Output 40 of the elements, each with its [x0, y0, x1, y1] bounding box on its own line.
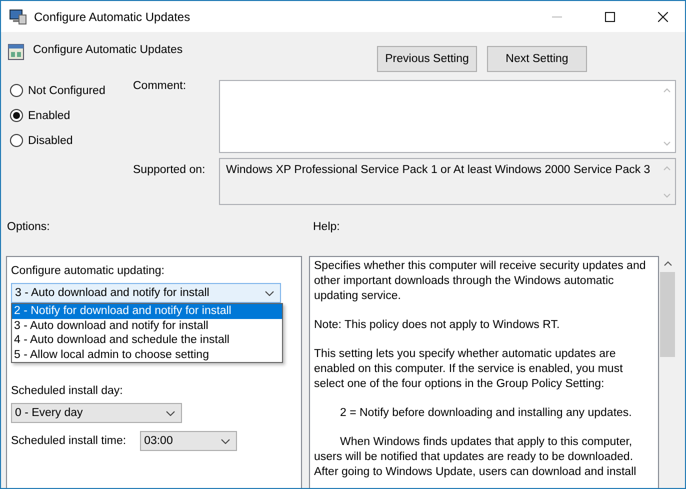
- radio-label[interactable]: Enabled: [28, 110, 70, 122]
- updating-label: Configure automatic updating:: [11, 265, 166, 277]
- chevron-icon: [265, 290, 274, 296]
- chevron-icon: [166, 410, 175, 416]
- updating-dropdown[interactable]: 3 - Auto download and notify for install: [11, 283, 281, 303]
- help-paragraph: Specifies whether this computer will receive security updates and other important downloads through the Windows automatic updating service.: [314, 259, 647, 304]
- scroll-up-icon[interactable]: [664, 261, 672, 266]
- policy-icon: [8, 44, 24, 60]
- dropdown-option[interactable]: 4 - Auto download and schedule the install: [12, 333, 282, 348]
- install-time-dropdown[interactable]: 03:00: [140, 431, 238, 451]
- window-title: Configure Automatic Updates: [34, 10, 190, 24]
- radio-label[interactable]: Not Configured: [28, 84, 106, 96]
- options-label: Options:: [7, 221, 51, 235]
- setting-button[interactable]: Previous Setting: [377, 46, 477, 72]
- radio-label[interactable]: Disabled: [28, 134, 73, 146]
- help-label: Help:: [313, 221, 340, 235]
- computer-icon: [9, 8, 27, 24]
- radio-button[interactable]: [10, 134, 23, 147]
- dropdown-option[interactable]: 3 - Auto download and notify for install: [12, 318, 282, 333]
- help-paragraph: 2 = Notify before downloading and installing any updates.: [339, 406, 633, 421]
- supported-field: Windows XP Professional Service Pack 1 or At least Windows 2000 Service Pack 3: [219, 158, 676, 205]
- comment-label: Comment:: [133, 80, 188, 94]
- install-time-label: Scheduled install time:: [11, 435, 126, 447]
- help-paragraph: This setting lets you specify whether automatic updates are enabled on this computer. If the service is enabled, you must select one of the four options in the Group Policy Setting:: [314, 347, 624, 392]
- dropdown-option[interactable]: 5 - Allow local admin to choose setting: [12, 348, 282, 362]
- setting-button[interactable]: Next Setting: [487, 46, 587, 72]
- maximize-icon[interactable]: [605, 12, 615, 22]
- dropdown-option[interactable]: 2 - Notify for download and notify for install: [12, 304, 282, 318]
- close-icon[interactable]: [658, 12, 668, 22]
- radio-button[interactable]: [10, 109, 23, 122]
- supported-label: Supported on:: [133, 163, 206, 178]
- policy-title: Configure Automatic Updates: [33, 44, 183, 56]
- install-day-label: Scheduled install day:: [11, 385, 124, 397]
- comment-field[interactable]: [219, 80, 676, 153]
- chevron-icon: [221, 438, 230, 444]
- radio-button[interactable]: [10, 84, 23, 97]
- install-day-dropdown[interactable]: 0 - Every day: [11, 403, 182, 423]
- help-paragraph: When Windows finds updates that apply to this computer, users will be notified that updates are ready to be downloaded. After going to Windows Update, users can download and install: [314, 435, 638, 480]
- scrollbar-thumb[interactable]: [660, 272, 675, 357]
- help-paragraph: Note: This policy does not apply to Windows RT.: [314, 318, 561, 333]
